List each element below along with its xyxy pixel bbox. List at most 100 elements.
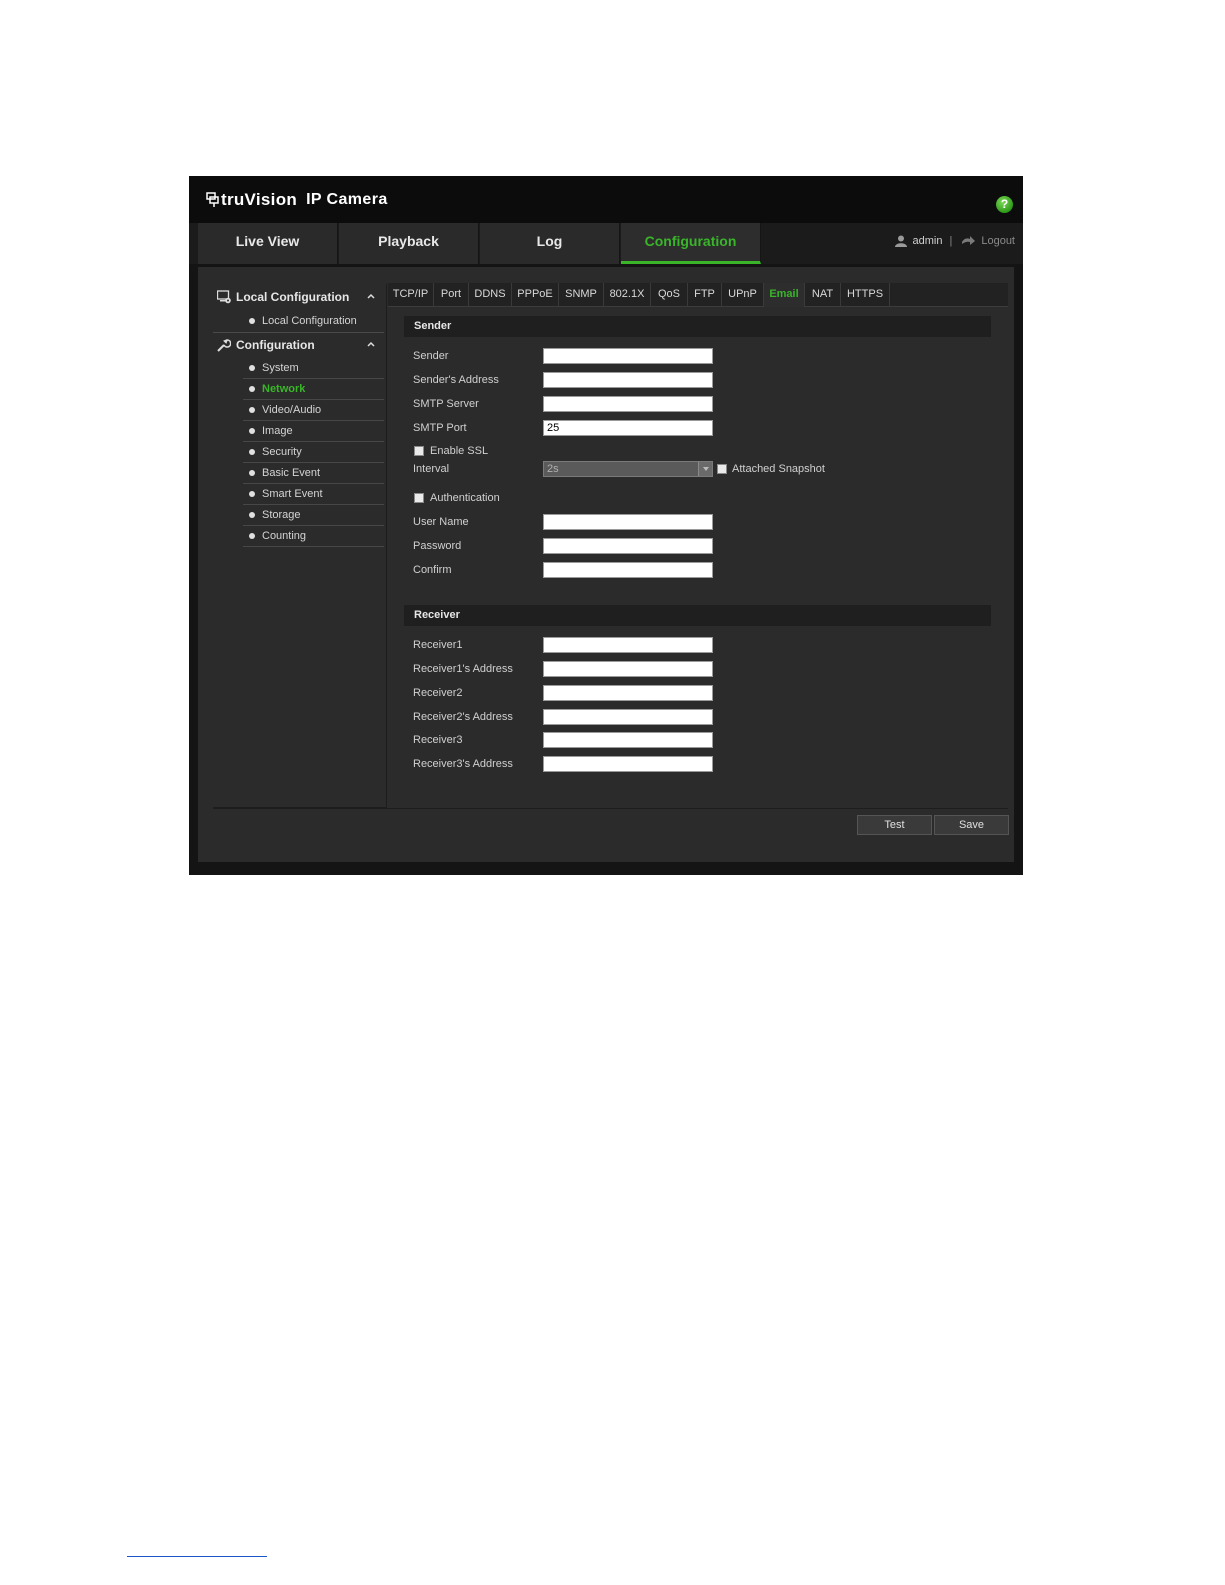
attached-snapshot-label: Attached Snapshot: [732, 463, 825, 475]
nav-tab-playback[interactable]: Playback: [339, 223, 479, 264]
sidebar-item-label: Storage: [262, 509, 301, 521]
receiver3-input[interactable]: [543, 732, 713, 748]
subtab-https[interactable]: HTTPS: [841, 283, 890, 307]
bullet-icon: [249, 449, 255, 455]
password-input[interactable]: [543, 538, 713, 554]
sidebar-item-storage[interactable]: Storage: [243, 505, 384, 526]
receiver2-input[interactable]: [543, 685, 713, 701]
sidebar-item-label: System: [262, 362, 299, 374]
confirm-input[interactable]: [543, 562, 713, 578]
user-area: admin | Logout: [894, 233, 1015, 249]
sender-input[interactable]: [543, 348, 713, 364]
user-icon: [894, 235, 907, 247]
sidebar-item-system[interactable]: System: [243, 358, 384, 379]
sidebar-item-label: Network: [262, 383, 306, 395]
receiver2-label: Receiver2: [413, 687, 463, 699]
sidebar-item-label: Local Configuration: [262, 314, 357, 327]
bullet-icon: [249, 428, 255, 434]
bullet-icon: [249, 470, 255, 476]
bullet-icon: [249, 491, 255, 497]
user-separator: |: [949, 235, 953, 247]
help-icon[interactable]: ?: [996, 196, 1013, 213]
chevron-down-icon: [703, 467, 709, 471]
subtab-tcp-ip[interactable]: TCP/IP: [388, 283, 434, 307]
nav-tab-configuration[interactable]: Configuration: [621, 223, 761, 264]
smtp-server-input[interactable]: [543, 396, 713, 412]
dropdown-arrow-icon[interactable]: [698, 462, 712, 476]
main-panel: TCP/IP Port DDNS PPPoE SNMP 802.1X QoS F…: [388, 283, 1008, 807]
subtab-snmp[interactable]: SNMP: [559, 283, 604, 307]
chevron-up-icon[interactable]: [366, 291, 376, 301]
subtab-email[interactable]: Email: [764, 283, 805, 307]
subtab-upnp[interactable]: UPnP: [722, 283, 764, 307]
sidebar-item-security[interactable]: Security: [243, 442, 384, 463]
subtab-8021x[interactable]: 802.1X: [604, 283, 651, 307]
sidebar-item-local-configuration[interactable]: Local Configuration: [243, 310, 384, 331]
confirm-label: Confirm: [413, 564, 452, 576]
test-button[interactable]: Test: [857, 815, 932, 835]
sidebar-item-video-audio[interactable]: Video/Audio: [243, 400, 384, 421]
interval-value: 2s: [547, 463, 559, 475]
nav-tab-live-view[interactable]: Live View: [198, 223, 338, 264]
sidebar-item-smart-event[interactable]: Smart Event: [243, 484, 384, 505]
sidebar-item-label: Smart Event: [262, 488, 323, 500]
sender-address-input[interactable]: [543, 372, 713, 388]
sidebar-item-image[interactable]: Image: [243, 421, 384, 442]
sidebar-item-counting[interactable]: Counting: [243, 526, 384, 547]
network-subtabs: TCP/IP Port DDNS PPPoE SNMP 802.1X QoS F…: [388, 283, 1008, 307]
receiver1-address-input[interactable]: [543, 661, 713, 677]
subtab-qos[interactable]: QoS: [651, 283, 688, 307]
receiver2-address-input[interactable]: [543, 709, 713, 725]
footnote-link-underline: [127, 1556, 267, 1557]
username-label: admin: [912, 235, 943, 247]
logout-link[interactable]: Logout: [981, 235, 1015, 247]
username-label: User Name: [413, 516, 469, 528]
save-button[interactable]: Save: [934, 815, 1009, 835]
sidebar-section-configuration[interactable]: Configuration: [213, 333, 384, 357]
subtab-pppoe[interactable]: PPPoE: [512, 283, 559, 307]
subtab-ftp[interactable]: FTP: [688, 283, 722, 307]
sidebar-item-network[interactable]: Network: [243, 379, 384, 400]
interval-select[interactable]: 2s: [543, 461, 713, 477]
enable-ssl-checkbox[interactable]: [414, 446, 424, 456]
smtp-port-input[interactable]: [543, 420, 713, 436]
brand-name: truVision: [221, 190, 298, 209]
sender-label: Sender: [413, 350, 449, 362]
action-footer: Test Save: [213, 808, 1009, 849]
logout-icon[interactable]: [961, 236, 976, 246]
enable-ssl-label: Enable SSL: [430, 445, 489, 457]
authentication-checkbox[interactable]: [414, 493, 424, 503]
sidebar-item-basic-event[interactable]: Basic Event: [243, 463, 384, 484]
wrench-icon: [217, 339, 231, 352]
subtab-ddns[interactable]: DDNS: [469, 283, 512, 307]
bullet-icon: [249, 512, 255, 518]
app-window: truVision IP Camera ? Live View Playback…: [189, 176, 1023, 875]
sidebar-item-label: Counting: [262, 530, 307, 542]
bullet-icon: [249, 407, 255, 413]
authentication-label: Authentication: [430, 492, 500, 504]
receiver2-address-label: Receiver2's Address: [413, 711, 513, 723]
main-nav: Live View Playback Log Configuration adm…: [189, 223, 1023, 264]
sidebar-item-label: Image: [262, 425, 293, 437]
sidebar-item-label: Basic Event: [262, 467, 321, 479]
password-label: Password: [413, 540, 462, 552]
username-input[interactable]: [543, 514, 713, 530]
smtp-server-label: SMTP Server: [413, 398, 479, 410]
nav-tab-log[interactable]: Log: [480, 223, 620, 264]
bullet-icon: [249, 533, 255, 539]
sidebar-section-local-configuration[interactable]: Local Configuration: [213, 285, 384, 309]
interval-label: Interval: [413, 463, 450, 475]
receiver-section-header: Receiver: [404, 605, 991, 626]
attached-snapshot-checkbox[interactable]: [717, 464, 727, 474]
sidebar-item-label: Video/Audio: [262, 404, 322, 416]
receiver1-input[interactable]: [543, 637, 713, 653]
sidebar: Local Configuration Local Configuration …: [213, 284, 387, 808]
subtab-nat[interactable]: NAT: [805, 283, 841, 307]
content-area: Local Configuration Local Configuration …: [198, 267, 1014, 862]
receiver1-label: Receiver1: [413, 639, 463, 651]
receiver1-address-label: Receiver1's Address: [413, 663, 513, 675]
chevron-up-icon[interactable]: [366, 339, 376, 349]
receiver3-address-input[interactable]: [543, 756, 713, 772]
receiver3-label: Receiver3: [413, 734, 463, 746]
subtab-port[interactable]: Port: [434, 283, 469, 307]
